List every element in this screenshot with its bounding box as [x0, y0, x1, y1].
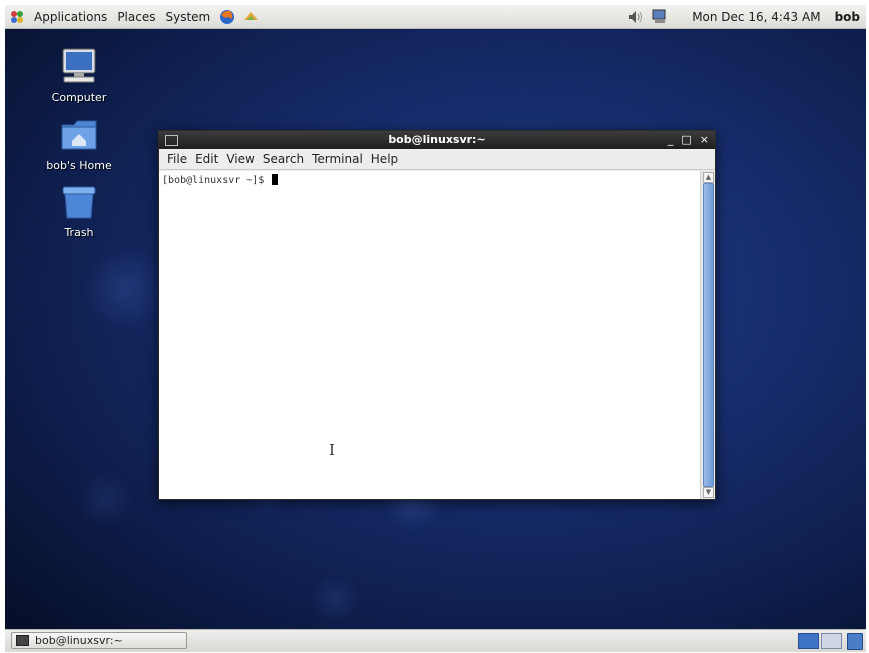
- computer-icon: [39, 47, 119, 88]
- desktop-icon-label: bob's Home: [46, 159, 112, 172]
- minimize-button[interactable]: _: [668, 131, 674, 149]
- window-titlebar[interactable]: bob@linuxsvr:~ _ □ ×: [159, 131, 715, 149]
- firefox-icon[interactable]: [218, 8, 236, 26]
- menu-file[interactable]: File: [163, 152, 191, 166]
- screen: Applications Places System Mon Dec 16, 4…: [5, 5, 866, 652]
- prompt-text: [bob@linuxsvr ~]$: [162, 175, 271, 186]
- volume-icon[interactable]: [627, 8, 645, 26]
- workspace-1[interactable]: [798, 633, 819, 649]
- home-folder-icon: [39, 117, 119, 156]
- top-panel: Applications Places System Mon Dec 16, 4…: [5, 5, 866, 29]
- workspace-2[interactable]: [821, 633, 842, 649]
- terminal-output[interactable]: [bob@linuxsvr ~]$ I: [159, 171, 701, 499]
- terminal-menubar: File Edit View Search Terminal Help: [159, 149, 715, 170]
- bottom-panel: bob@linuxsvr:~: [5, 629, 866, 652]
- trash-icon: [39, 184, 119, 223]
- scroll-up-icon[interactable]: ▲: [703, 172, 714, 183]
- vertical-scrollbar[interactable]: ▲ ▼: [700, 171, 715, 499]
- clock[interactable]: Mon Dec 16, 4:43 AM: [692, 10, 820, 24]
- menu-edit[interactable]: Edit: [191, 152, 222, 166]
- terminal-icon: [16, 635, 29, 646]
- network-icon[interactable]: [651, 8, 669, 26]
- menu-places[interactable]: Places: [112, 10, 160, 24]
- menu-system[interactable]: System: [160, 10, 215, 24]
- close-button[interactable]: ×: [700, 131, 709, 149]
- menu-applications[interactable]: Applications: [29, 10, 112, 24]
- desktop-icon-trash[interactable]: Trash: [39, 184, 119, 239]
- scrollbar-thumb[interactable]: [703, 183, 714, 487]
- taskbar-terminal-button[interactable]: bob@linuxsvr:~: [11, 632, 187, 649]
- terminal-window[interactable]: bob@linuxsvr:~ _ □ × File Edit View Sear…: [158, 130, 716, 500]
- text-cursor: [272, 174, 279, 185]
- applications-icon[interactable]: [8, 8, 26, 26]
- desktop-icon-home[interactable]: bob's Home: [39, 117, 119, 172]
- ibeam-cursor-icon: I: [329, 441, 335, 459]
- maximize-button[interactable]: □: [681, 131, 691, 149]
- prompt-line: [bob@linuxsvr ~]$: [162, 174, 279, 186]
- window-title: bob@linuxsvr:~: [388, 133, 486, 146]
- menu-search[interactable]: Search: [259, 152, 308, 166]
- trash-applet-icon[interactable]: [847, 633, 863, 650]
- workspace-switcher[interactable]: [798, 633, 842, 649]
- menu-terminal[interactable]: Terminal: [308, 152, 367, 166]
- desktop-icon-label: Computer: [51, 91, 107, 104]
- menu-help[interactable]: Help: [367, 152, 402, 166]
- desktop-icon-computer[interactable]: Computer: [39, 47, 119, 104]
- menu-view[interactable]: View: [222, 152, 258, 166]
- taskbar-label: bob@linuxsvr:~: [35, 634, 123, 647]
- desktop[interactable]: Computer bob's Home Trash bob@linuxsvr:~…: [5, 29, 866, 629]
- scroll-down-icon[interactable]: ▼: [703, 487, 714, 498]
- desktop-icon-label: Trash: [64, 226, 94, 239]
- user-menu[interactable]: bob: [835, 10, 860, 24]
- update-icon[interactable]: [242, 8, 260, 26]
- window-menu-icon[interactable]: [165, 135, 178, 146]
- panel-right: Mon Dec 16, 4:43 AM bob: [624, 8, 866, 26]
